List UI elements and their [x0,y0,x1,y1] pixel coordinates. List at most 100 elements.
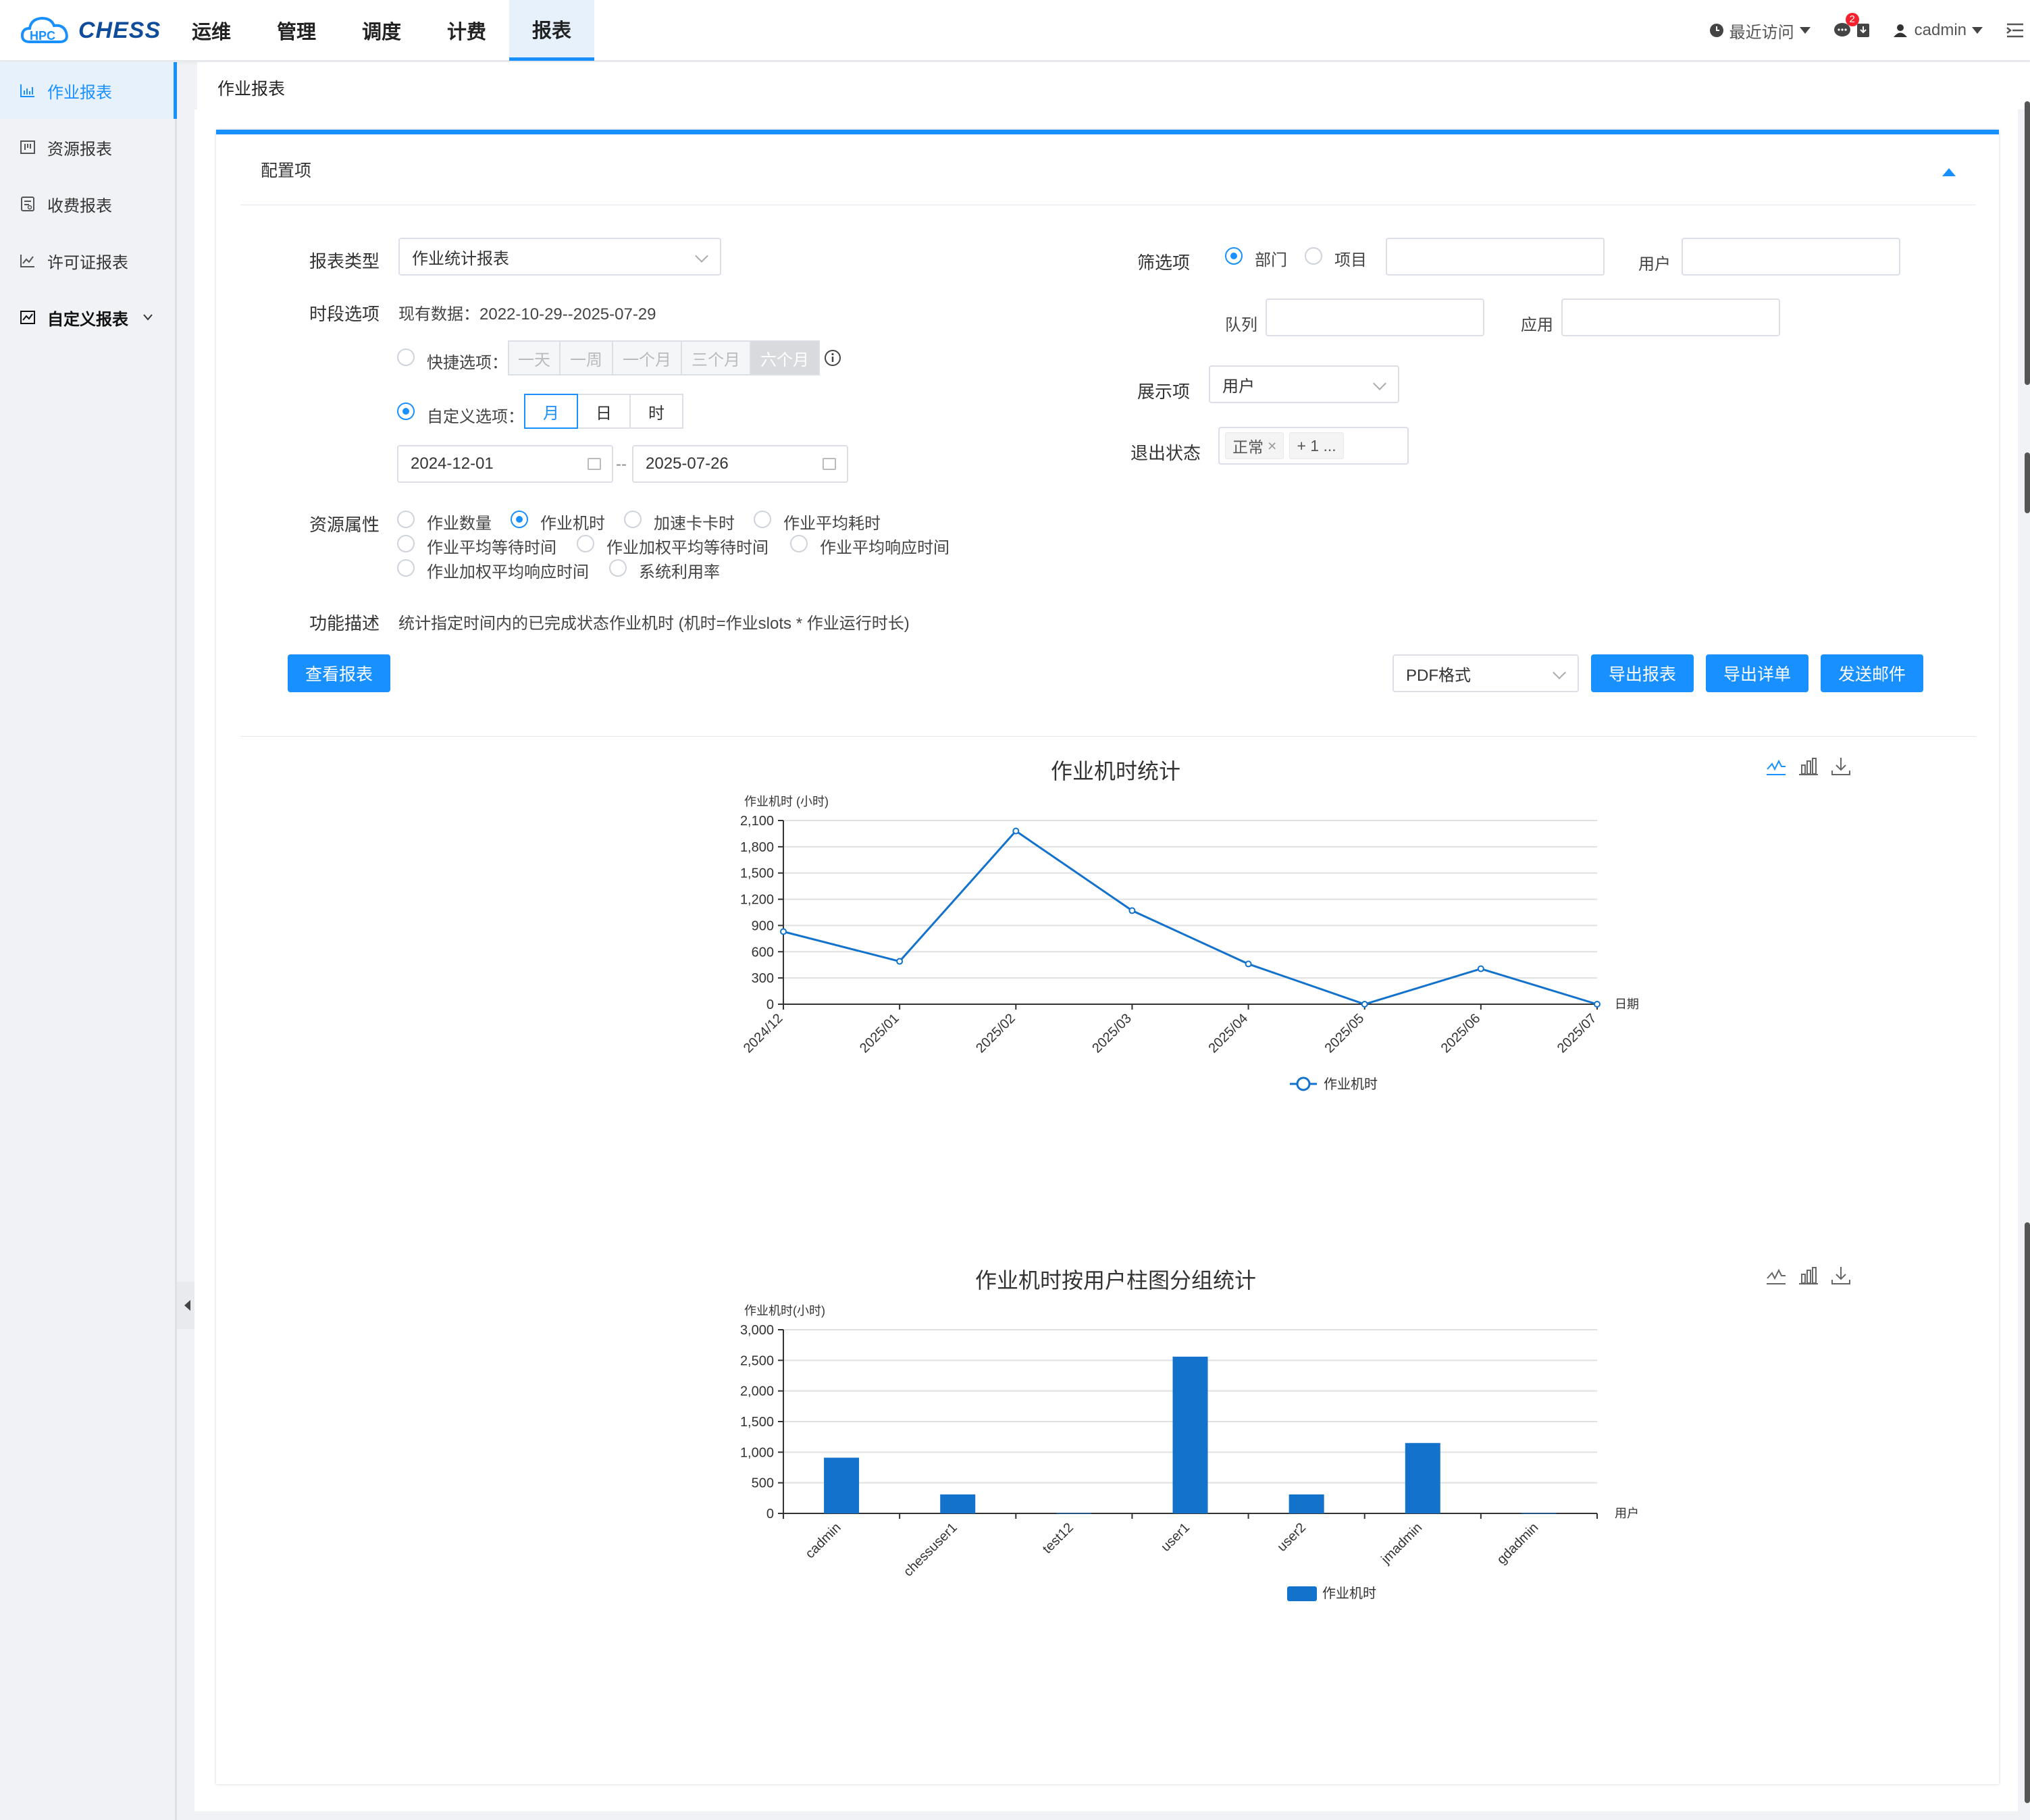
download-icon[interactable] [1830,1265,1852,1286]
resource-option-radio[interactable] [609,559,627,577]
filter-dept-label[interactable]: 部门 [1255,246,1287,270]
filter-label: 筛选项 [1137,253,1191,273]
user-filter-input[interactable] [1682,238,1900,276]
line-chart-x-tick-label: 2024/12 [741,1011,786,1056]
quick-option-three-months[interactable]: 三个月 [681,340,751,375]
end-date-value: 2025-07-26 [646,454,729,473]
info-icon[interactable] [824,349,841,367]
app-filter-label: 应用 [1521,316,1553,334]
bar-chart-icon[interactable] [1798,1265,1819,1286]
clock-icon [1709,24,1723,37]
exit-status-select[interactable]: 正常 × + 1 ... [1218,427,1409,465]
queue-filter-input[interactable] [1266,298,1484,336]
filter-dept-radio[interactable] [1225,247,1243,265]
quick-option-radio[interactable] [397,348,415,366]
sidebar-item-custom-report[interactable]: 自定义报表 [0,289,175,346]
collapse-up-icon[interactable] [1942,168,1956,176]
custom-option-radio[interactable] [397,402,415,420]
line-chart-y-tick-label: 1,500 [740,866,774,881]
menu-toggle-button[interactable] [2006,22,2025,38]
queue-filter-label: 队列 [1225,316,1257,334]
quick-option-week[interactable]: 一周 [559,340,613,375]
sidebar-item-job-report[interactable]: 作业报表 [0,62,177,119]
app-filter-input[interactable] [1561,298,1780,336]
close-icon[interactable]: × [1268,437,1276,455]
resource-option-avg-response[interactable]: 作业平均响应时间 [820,534,949,558]
view-report-button[interactable]: 查看报表 [288,654,390,692]
resource-option-radio[interactable] [397,511,415,528]
user-menu[interactable]: cadmin [1893,21,1983,40]
quick-option-month[interactable]: 一个月 [612,340,682,375]
nav-manage[interactable]: 管理 [254,0,339,61]
line-chart-x-axis-title: 日期 [1615,997,1639,1011]
bar-chart-y-tick-label: 1,500 [740,1415,774,1430]
app-logo[interactable]: HPC CHESS [20,15,161,46]
download-icon[interactable] [1830,756,1852,777]
custom-option-hour[interactable]: 时 [629,394,683,429]
resource-option-radio[interactable] [754,511,771,528]
line-chart-y-tick-label: 600 [752,945,774,960]
report-type-select[interactable]: 作业统计报表 [398,238,721,276]
end-date-input[interactable]: 2025-07-26 [632,445,848,483]
existing-data-range: 现有数据：2022-10-29--2025-07-29 [398,305,656,323]
bar-chart-x-tick-label: gdadmin [1494,1520,1542,1567]
config-header[interactable]: 配置项 [240,134,1976,205]
export-detail-button[interactable]: 导出详单 [1706,654,1808,692]
resource-option-radio[interactable] [397,535,415,552]
recent-visits-menu[interactable]: 最近访问 [1709,19,1811,43]
filter-dept-input[interactable] [1386,238,1605,276]
custom-option-day[interactable]: 日 [577,394,631,429]
resource-option-avg-wait[interactable]: 作业平均等待时间 [427,534,556,558]
resource-option-radio[interactable] [397,559,415,577]
quick-option-six-months[interactable]: 六个月 [750,340,820,375]
line-chart-y-tick-label: 0 [766,997,774,1012]
bar-chart-bar [940,1494,976,1513]
line-chart-icon[interactable] [1765,1265,1787,1286]
user-filter-label: 用户 [1638,255,1671,274]
filter-project-radio[interactable] [1305,247,1322,265]
top-right-tools: 最近访问 2 cadmin [1709,0,2030,61]
quick-options-group: 一天 一周 一个月 三个月 六个月 [508,340,820,375]
sidebar-item-resource-report[interactable]: 资源报表 [0,119,175,176]
nav-reports[interactable]: 报表 [509,0,594,61]
nav-ops[interactable]: 运维 [169,0,254,61]
line-chart-icon[interactable] [1765,756,1787,777]
scrollbar-thumb[interactable] [2025,452,2030,513]
resource-option-gpu-hours[interactable]: 加速卡卡时 [654,510,735,534]
resource-option-utilization[interactable]: 系统利用率 [639,558,720,582]
start-date-input[interactable]: 2024-12-01 [397,445,613,483]
export-report-button[interactable]: 导出报表 [1591,654,1694,692]
breadcrumb-bar: 作业报表 [197,62,2030,109]
line-chart-y-axis-title: 作业机时 (小时) [744,795,829,808]
scrollbar-thumb[interactable] [2025,1222,2030,1803]
filter-project-label[interactable]: 项目 [1334,246,1367,270]
recent-visits-label: 最近访问 [1729,23,1794,42]
sidebar: 作业报表 资源报表 收费报表 许可证报表 自定义报表 [0,62,177,1820]
display-select[interactable]: 用户 [1209,365,1399,403]
line-chart-y-tick-label: 1,800 [740,840,774,855]
bar-chart-icon[interactable] [1798,756,1819,777]
custom-option-month[interactable]: 月 [524,394,578,429]
bar-chart-legend-marker [1287,1586,1317,1601]
resource-option-job-hours[interactable]: 作业机时 [540,510,605,534]
nav-billing[interactable]: 计费 [424,0,509,61]
resource-option-radio[interactable] [624,511,642,528]
resource-option-weighted-response[interactable]: 作业加权平均响应时间 [427,558,589,582]
scrollbar-thumb[interactable] [2025,101,2030,385]
sidebar-item-billing-report[interactable]: 收费报表 [0,176,175,232]
bar-chart-x-tick-label: user2 [1274,1520,1309,1555]
receipt-icon [19,195,36,213]
send-mail-button[interactable]: 发送邮件 [1821,654,1923,692]
resource-option-radio[interactable] [577,535,594,552]
resource-option-job-count[interactable]: 作业数量 [427,510,492,534]
message-button[interactable]: 2 [1833,13,1870,38]
resource-option-weighted-wait[interactable]: 作业加权平均等待时间 [606,534,769,558]
resource-option-radio[interactable] [790,535,808,552]
main-content: 配置项 报表类型 作业统计报表 时段选项 现有数据：2022-10-29--20… [194,109,2018,1811]
format-select[interactable]: PDF格式 [1393,654,1579,692]
resource-option-avg-duration[interactable]: 作业平均耗时 [783,510,881,534]
resource-option-radio[interactable] [511,511,528,528]
sidebar-item-license-report[interactable]: 许可证报表 [0,232,175,289]
nav-schedule[interactable]: 调度 [339,0,424,61]
quick-option-day[interactable]: 一天 [508,340,561,375]
